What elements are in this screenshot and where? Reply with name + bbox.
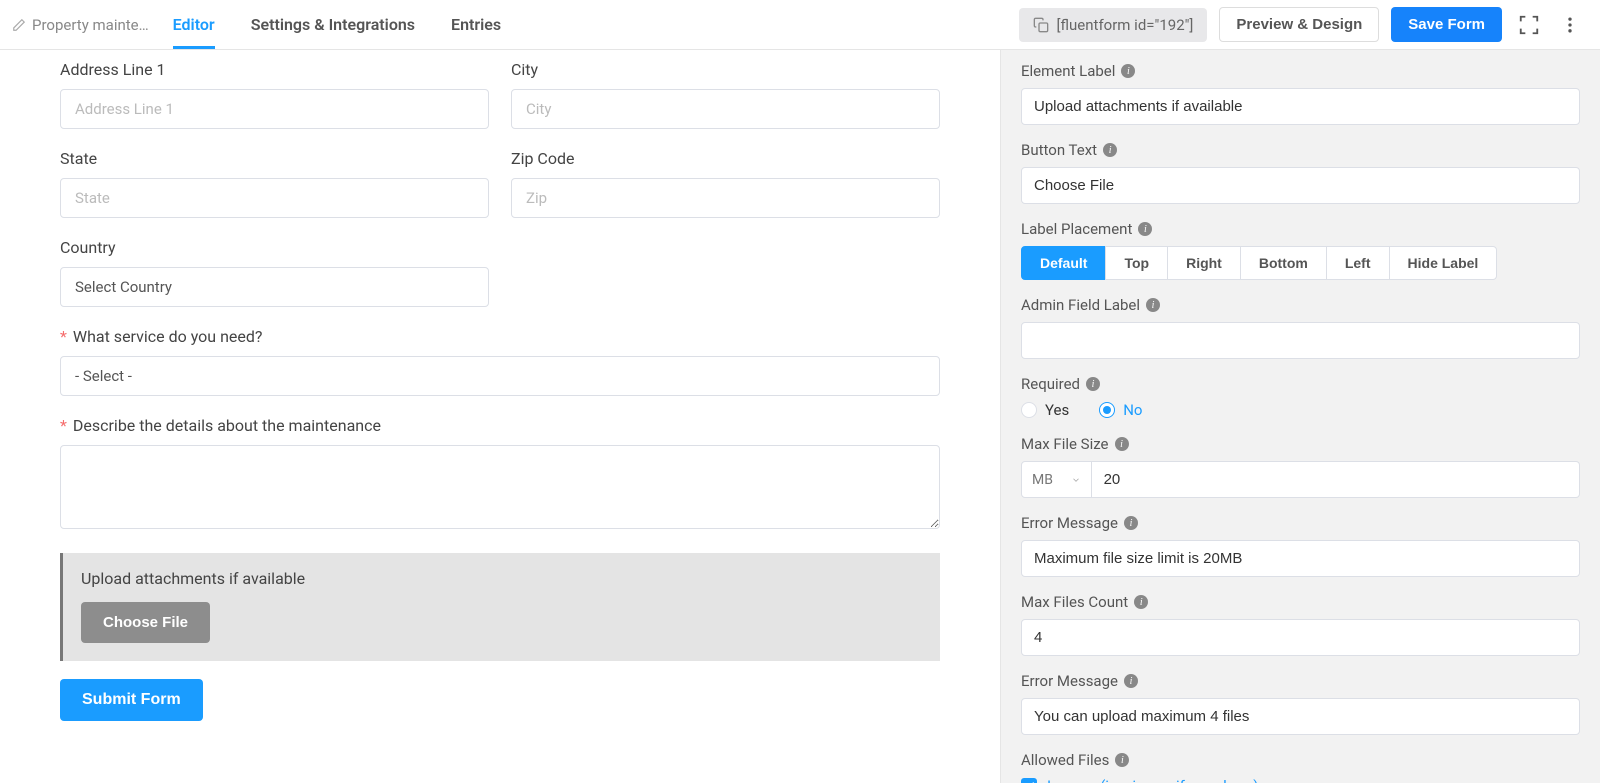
field-describe[interactable]: *Describe the details about the maintena… [60,416,940,533]
input-error-size[interactable] [1021,540,1580,577]
label-address1: Address Line 1 [60,60,489,79]
settings-sidebar: Element Label i Button Text i Label Placem… [1000,50,1600,783]
select-size-unit[interactable]: MB [1021,461,1092,498]
lbl-element-label: Element Label [1021,62,1115,80]
input-address1[interactable] [60,89,489,129]
info-icon[interactable]: i [1121,64,1135,78]
form-name-text: Property mainte… [32,16,149,34]
field-country[interactable]: Country Select Country [60,238,489,307]
lbl-error-size: Error Message [1021,514,1118,532]
info-icon[interactable]: i [1134,595,1148,609]
input-element-label[interactable] [1021,88,1580,125]
tab-entries[interactable]: Entries [451,1,501,49]
chevron-down-icon [1071,475,1081,485]
field-upload-selected[interactable]: Upload attachments if available Choose F… [60,553,940,661]
textarea-describe[interactable] [60,445,940,529]
lbl-label-placement: Label Placement [1021,220,1132,238]
field-city[interactable]: City [511,60,940,129]
shortcode-pill[interactable]: [fluentform id="192"] [1019,8,1208,42]
info-icon[interactable]: i [1146,298,1160,312]
label-service: *What service do you need? [60,327,940,346]
label-zip: Zip Code [511,149,940,168]
more-vertical-icon [1560,15,1580,35]
lbl-max-count: Max Files Count [1021,593,1128,611]
field-address1[interactable]: Address Line 1 [60,60,489,129]
input-city[interactable] [511,89,940,129]
seg-hide[interactable]: Hide Label [1389,246,1498,280]
info-icon[interactable]: i [1124,516,1138,530]
setting-max-file-size: Max File Size i MB [1021,435,1580,498]
copy-icon [1033,17,1049,33]
lbl-button-text: Button Text [1021,141,1097,159]
setting-button-text: Button Text i [1021,141,1580,204]
shortcode-text: [fluentform id="192"] [1057,16,1194,34]
check-images[interactable]: Images (jpg, jpeg, gif, png, bmp) [1021,777,1580,783]
tabs: Editor Settings & Integrations Entries [173,1,501,49]
form-canvas: Address Line 1 City State Zip Code Count… [0,50,1000,783]
info-icon[interactable]: i [1115,753,1129,767]
input-state[interactable] [60,178,489,218]
submit-button[interactable]: Submit Form [60,679,203,721]
input-admin-label[interactable] [1021,322,1580,359]
setting-error-count: Error Message i [1021,672,1580,735]
input-error-count[interactable] [1021,698,1580,735]
select-country[interactable]: Select Country [60,267,489,307]
seg-top[interactable]: Top [1105,246,1168,280]
setting-admin-label: Admin Field Label i [1021,296,1580,359]
label-country: Country [60,238,489,257]
input-max-count[interactable] [1021,619,1580,656]
info-icon[interactable]: i [1086,377,1100,391]
more-button[interactable] [1556,11,1584,39]
setting-element-label: Element Label i [1021,62,1580,125]
label-city: City [511,60,940,79]
input-max-size[interactable] [1092,461,1580,498]
lbl-admin-label: Admin Field Label [1021,296,1140,314]
save-button[interactable]: Save Form [1391,7,1502,42]
input-zip[interactable] [511,178,940,218]
seg-right[interactable]: Right [1167,246,1241,280]
setting-error-size: Error Message i [1021,514,1580,577]
info-icon[interactable]: i [1138,222,1152,236]
radio-required-yes[interactable]: Yes [1021,401,1069,419]
setting-allowed-files: Allowed Files i Images (jpg, jpeg, gif, p… [1021,751,1580,783]
lbl-allowed: Allowed Files [1021,751,1109,769]
setting-required: Required i Yes No [1021,375,1580,419]
pencil-icon [12,18,26,32]
label-upload: Upload attachments if available [81,569,922,588]
topbar-right: [fluentform id="192"] Preview & Design S… [1019,7,1584,42]
seg-left[interactable]: Left [1326,246,1390,280]
setting-max-count: Max Files Count i [1021,593,1580,656]
label-state: State [60,149,489,168]
tab-editor[interactable]: Editor [173,1,215,49]
main: Address Line 1 City State Zip Code Count… [0,50,1600,783]
info-icon[interactable]: i [1103,143,1117,157]
field-service[interactable]: *What service do you need? - Select - [60,327,940,396]
seg-bottom[interactable]: Bottom [1240,246,1327,280]
setting-label-placement: Label Placement i Default Top Right Botto… [1021,220,1580,280]
fullscreen-icon [1518,14,1540,36]
lbl-required: Required [1021,375,1080,393]
info-icon[interactable]: i [1115,437,1129,451]
radio-required-no[interactable]: No [1099,401,1142,419]
label-describe: *Describe the details about the maintena… [60,416,940,435]
info-icon[interactable]: i [1124,674,1138,688]
select-service[interactable]: - Select - [60,356,940,396]
lbl-error-count: Error Message [1021,672,1118,690]
tab-settings[interactable]: Settings & Integrations [251,1,415,49]
form-name[interactable]: Property mainte… [12,16,149,34]
preview-button[interactable]: Preview & Design [1219,7,1379,42]
topbar: Property mainte… Editor Settings & Integ… [0,0,1600,50]
input-button-text[interactable] [1021,167,1580,204]
fullscreen-button[interactable] [1514,10,1544,40]
choose-file-button[interactable]: Choose File [81,602,210,643]
lbl-max-size: Max File Size [1021,435,1109,453]
field-state[interactable]: State [60,149,489,218]
seg-default[interactable]: Default [1021,246,1106,280]
segmented-label-placement: Default Top Right Bottom Left Hide Label [1021,246,1580,280]
field-zip[interactable]: Zip Code [511,149,940,218]
